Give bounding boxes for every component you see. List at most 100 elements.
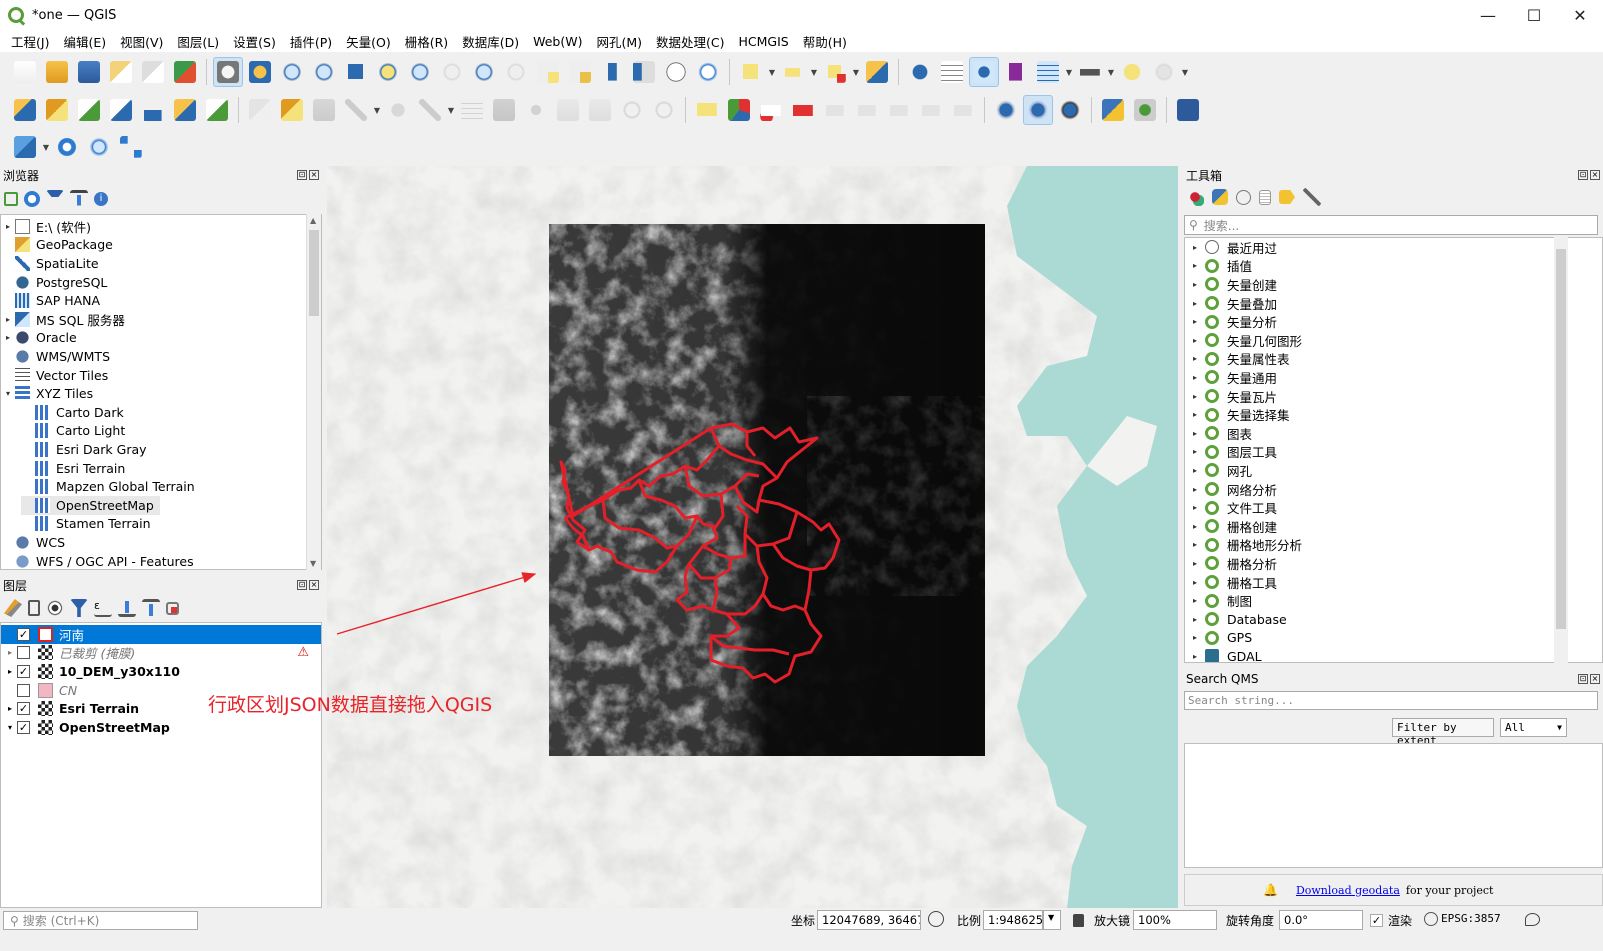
python-console-button[interactable] bbox=[1098, 95, 1128, 125]
expand-arrow-icon[interactable]: ▸ bbox=[1185, 354, 1205, 363]
browser-item[interactable]: GeoPackage bbox=[1, 236, 113, 255]
open-project-button[interactable] bbox=[42, 57, 72, 87]
browser-item[interactable]: ▸ MS SQL 服务器 bbox=[1, 310, 125, 329]
style-manager-icon[interactable] bbox=[4, 599, 22, 617]
layer-row[interactable]: ▾ ✓ OpenStreetMap bbox=[1, 718, 321, 737]
copy-features-button[interactable] bbox=[553, 95, 583, 125]
menu-item[interactable]: 图层(L) bbox=[170, 32, 226, 51]
browser-item[interactable]: ▾ XYZ Tiles bbox=[1, 384, 93, 403]
layer-visibility-checkbox[interactable]: ✓ bbox=[17, 720, 30, 734]
new-spatialite-layer-button[interactable] bbox=[106, 95, 136, 125]
qms-settings-button[interactable] bbox=[1055, 95, 1085, 125]
history-icon[interactable] bbox=[1236, 189, 1251, 205]
diagram-button[interactable] bbox=[724, 95, 754, 125]
collapse-arrow-icon[interactable]: ▾ bbox=[1, 389, 15, 398]
dropdown-arrow-icon[interactable]: ▼ bbox=[1065, 57, 1073, 87]
qms-search-input[interactable]: Search string... bbox=[1184, 691, 1598, 710]
browser-item[interactable]: Carto Light bbox=[21, 422, 125, 441]
locator-search-input[interactable]: ⚲ 搜索 (Ctrl+K) bbox=[3, 911, 198, 930]
deselect-button[interactable] bbox=[820, 57, 850, 87]
change-label-button[interactable] bbox=[916, 95, 946, 125]
dropdown-arrow-icon[interactable]: ▼ bbox=[373, 95, 381, 125]
models-icon[interactable] bbox=[1186, 188, 1204, 206]
toolbox-group[interactable]: ▸ 矢量分析 bbox=[1185, 312, 1277, 331]
new-virtual-layer-button[interactable] bbox=[170, 95, 200, 125]
undo-button[interactable] bbox=[617, 95, 647, 125]
add-feature-button[interactable] bbox=[383, 95, 413, 125]
scroll-thumb[interactable] bbox=[1556, 249, 1566, 629]
float-panel-icon[interactable]: ⊡ bbox=[297, 580, 307, 590]
new-project-button[interactable] bbox=[10, 57, 40, 87]
new-shapefile-layer-button[interactable] bbox=[74, 95, 104, 125]
menu-item[interactable]: 栅格(R) bbox=[398, 32, 455, 51]
qms-search-button[interactable] bbox=[1023, 95, 1053, 125]
scroll-thumb[interactable] bbox=[309, 230, 319, 316]
menu-item[interactable]: 插件(P) bbox=[283, 32, 339, 51]
expand-arrow-icon[interactable]: ▸ bbox=[1185, 485, 1205, 494]
expand-arrow-icon[interactable]: ▸ bbox=[1185, 466, 1205, 475]
menu-item[interactable]: 工程(J) bbox=[4, 32, 56, 51]
expand-arrow-icon[interactable]: ▸ bbox=[1185, 429, 1205, 438]
expand-arrow-icon[interactable]: ▸ bbox=[1185, 559, 1205, 568]
add-group-icon[interactable] bbox=[28, 600, 40, 616]
scale-dropdown-icon[interactable]: ▼ bbox=[1043, 910, 1061, 930]
expand-arrow-icon[interactable]: ▸ bbox=[1185, 373, 1205, 382]
expand-arrow-icon[interactable]: ▸ bbox=[1, 222, 15, 231]
browser-item[interactable]: Esri Dark Gray bbox=[21, 440, 147, 459]
expand-arrow-icon[interactable]: ▸ bbox=[3, 648, 17, 657]
browser-item[interactable]: Esri Terrain bbox=[21, 459, 125, 478]
menu-item[interactable]: 帮助(H) bbox=[796, 32, 854, 51]
toolbox-search-input[interactable]: ⚲ 搜索... bbox=[1184, 215, 1598, 235]
visibility-icon[interactable] bbox=[46, 599, 64, 617]
layer-visibility-checkbox[interactable] bbox=[17, 683, 30, 697]
toolbox-group[interactable]: ▸ 栅格工具 bbox=[1185, 573, 1277, 592]
toolbox-group[interactable]: ▸ 栅格创建 bbox=[1185, 517, 1277, 536]
browser-item[interactable]: WMS/WMTS bbox=[1, 347, 110, 366]
open-attribute-table-button[interactable] bbox=[937, 57, 967, 87]
zoom-in-button[interactable] bbox=[277, 57, 307, 87]
maximize-button[interactable]: ☐ bbox=[1511, 0, 1557, 30]
expand-arrow-icon[interactable]: ▸ bbox=[1185, 633, 1205, 642]
toolbox-group[interactable]: ▸ 插值 bbox=[1185, 257, 1252, 276]
digitize-button[interactable] bbox=[341, 95, 371, 125]
info-icon[interactable]: i bbox=[94, 192, 108, 206]
toolbox-group[interactable]: ▸ 网孔 bbox=[1185, 461, 1252, 480]
browser-item[interactable]: WCS bbox=[1, 533, 65, 552]
layer-row[interactable]: ▸ 已裁剪 (掩膜) ⚠ bbox=[1, 644, 321, 663]
browser-item[interactable]: Carto Dark bbox=[21, 403, 124, 422]
expand-arrow-icon[interactable]: ▸ bbox=[1, 315, 15, 324]
refresh-icon[interactable] bbox=[24, 191, 40, 207]
expand-arrow-icon[interactable]: ▸ bbox=[1185, 503, 1205, 512]
dropdown-arrow-icon[interactable]: ▼ bbox=[1107, 57, 1115, 87]
new-3d-map-button[interactable] bbox=[565, 57, 595, 87]
zoom-to-selection-button[interactable] bbox=[373, 57, 403, 87]
refresh-button[interactable] bbox=[693, 57, 723, 87]
current-edits-button[interactable] bbox=[245, 95, 275, 125]
expand-arrow-icon[interactable]: ▸ bbox=[1185, 280, 1205, 289]
close-button[interactable]: ✕ bbox=[1557, 0, 1603, 30]
expand-arrow-icon[interactable]: ▸ bbox=[1185, 522, 1205, 531]
browser-item[interactable]: ▸ E:\ (软件) bbox=[1, 217, 91, 236]
menu-item[interactable]: 网孔(M) bbox=[589, 32, 649, 51]
zoom-to-layer-button[interactable] bbox=[405, 57, 435, 87]
redo-button[interactable] bbox=[649, 95, 679, 125]
browser-item[interactable]: OpenStreetMap bbox=[21, 496, 160, 515]
plugin-extent-button[interactable] bbox=[116, 132, 146, 162]
toolbox-group[interactable]: ▸ 文件工具 bbox=[1185, 498, 1277, 517]
expand-arrow-icon[interactable]: ▸ bbox=[1185, 615, 1205, 624]
results-viewer-icon[interactable] bbox=[1259, 189, 1271, 205]
menu-item[interactable]: HCMGIS bbox=[731, 34, 795, 49]
menu-item[interactable]: 编辑(E) bbox=[56, 32, 113, 51]
scroll-down-icon[interactable]: ▼ bbox=[310, 559, 316, 568]
toolbox-group[interactable]: ▸ 制图 bbox=[1185, 591, 1252, 610]
render-checkbox[interactable]: ✓ bbox=[1370, 914, 1383, 927]
highlight-pinned-labels-button[interactable] bbox=[756, 95, 786, 125]
expand-arrow-icon[interactable]: ▸ bbox=[1185, 392, 1205, 401]
toolbox-group[interactable]: ▸ Database bbox=[1185, 610, 1287, 629]
zoom-last-button[interactable] bbox=[469, 57, 499, 87]
select-features-button[interactable] bbox=[736, 57, 766, 87]
quickmapservices-button[interactable] bbox=[991, 95, 1021, 125]
float-panel-icon[interactable]: ⊡ bbox=[1578, 170, 1588, 180]
statistical-summary-button[interactable] bbox=[1001, 57, 1031, 87]
toolbox-group[interactable]: ▸ 图层工具 bbox=[1185, 443, 1277, 462]
